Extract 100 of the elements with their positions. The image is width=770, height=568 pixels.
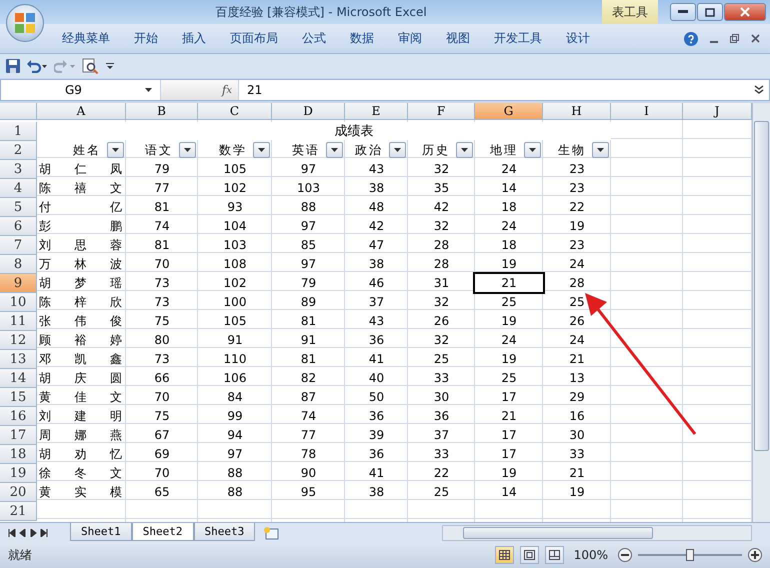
ribbon-tab[interactable]: 设计: [554, 30, 602, 47]
table-cell-text: 77: [153, 180, 171, 197]
table-cell-text: 42: [368, 218, 386, 235]
table-cell-text: 95: [300, 484, 318, 501]
row-header[interactable]: 4: [0, 179, 37, 198]
table-cell-text: 17: [500, 389, 518, 406]
formula-input[interactable]: 21: [239, 83, 753, 97]
column-header[interactable]: B: [126, 103, 198, 120]
sheet-tab[interactable]: Sheet3: [194, 522, 256, 540]
table-cell-text: 102: [222, 180, 248, 197]
table-cell-text: 23: [568, 161, 586, 178]
sheet-tab[interactable]: Sheet1: [70, 522, 132, 540]
row-header[interactable]: 9: [0, 274, 37, 293]
sheet-tab[interactable]: Sheet2: [132, 522, 194, 540]
row-header[interactable]: 7: [0, 236, 37, 255]
column-header[interactable]: J: [683, 103, 752, 120]
table-cell-text: 陈 禧 文: [38, 180, 123, 197]
row-header[interactable]: 2: [0, 141, 37, 160]
table-cell-text: 38: [368, 180, 386, 197]
row-header[interactable]: 8: [0, 255, 37, 274]
ribbon-tab[interactable]: 经典菜单: [50, 30, 122, 47]
column-header[interactable]: C: [198, 103, 272, 120]
table-cell-text: 43: [368, 313, 386, 330]
table-cell-text: 26: [432, 313, 450, 330]
table-cell-text: 41: [368, 465, 386, 482]
ribbon-tab[interactable]: 公式: [290, 30, 338, 47]
row-header[interactable]: 18: [0, 445, 37, 464]
table-cell-text: 88: [300, 199, 318, 216]
row-header[interactable]: 10: [0, 293, 37, 312]
table-cell-text: 73: [153, 294, 171, 311]
table-cell-text: 29: [568, 389, 586, 406]
column-header[interactable]: E: [345, 103, 408, 120]
ribbon-tab[interactable]: 开发工具: [482, 30, 554, 47]
window-title: 百度经验 [兼容模式] - Microsoft Excel: [214, 4, 428, 20]
table-cell-text: 黄 佳 文: [38, 389, 123, 406]
table-cell-text: 刘 思 蓉: [38, 237, 123, 254]
ribbon-tab[interactable]: 数据: [338, 30, 386, 47]
table-cell-text: 100: [222, 294, 248, 311]
column-header[interactable]: D: [272, 103, 345, 120]
row-header[interactable]: 12: [0, 331, 37, 350]
table-cell-text: 84: [226, 389, 244, 406]
row-header[interactable]: 21: [0, 502, 37, 521]
table-cell-text: 90: [300, 465, 318, 482]
column-header[interactable]: A: [37, 103, 126, 120]
table-cell-text: 39: [368, 427, 386, 444]
zoom-level[interactable]: 100%: [574, 548, 608, 562]
table-cell-text: 36: [368, 408, 386, 425]
table-cell-text: 104: [222, 218, 248, 235]
table-cell-text: 张 伟 俊: [38, 313, 123, 330]
ribbon-tab[interactable]: 开始: [122, 30, 170, 47]
column-heading: 生物: [558, 142, 586, 158]
table-cell-text: 48: [368, 199, 386, 216]
table-cell-text: 19: [500, 313, 518, 330]
row-header[interactable]: 13: [0, 350, 37, 369]
table-cell-text: 25: [568, 294, 586, 311]
status-text: 就绪: [8, 546, 32, 564]
table-cell-text: 93: [226, 199, 244, 216]
table-cell-text: 17: [500, 427, 518, 444]
table-cell-text: 21: [568, 351, 586, 368]
table-cell-text: 24: [500, 218, 518, 235]
column-header[interactable]: G: [475, 103, 543, 120]
table-cell-text: 40: [368, 370, 386, 387]
row-header[interactable]: 11: [0, 312, 37, 331]
ribbon-tab[interactable]: 插入: [170, 30, 218, 47]
table-cell-text: 30: [568, 427, 586, 444]
row-header[interactable]: 16: [0, 407, 37, 426]
table-cell-text: 74: [300, 408, 318, 425]
row-header[interactable]: 6: [0, 217, 37, 236]
table-cell-text: 97: [300, 256, 318, 273]
table-cell-text: 21: [568, 465, 586, 482]
row-header[interactable]: 1: [0, 122, 37, 141]
table-cell-text: 23: [568, 237, 586, 254]
table-cell-text: 19: [500, 351, 518, 368]
row-header[interactable]: 14: [0, 369, 37, 388]
row-header[interactable]: 17: [0, 426, 37, 445]
table-cell-text: 31: [432, 275, 450, 292]
ribbon-tab[interactable]: 页面布局: [218, 30, 290, 47]
ribbon-tab[interactable]: 视图: [434, 30, 482, 47]
table-cell-text: 70: [153, 256, 171, 273]
ribbon-tab[interactable]: 审阅: [386, 30, 434, 47]
column-heading: 语文: [145, 142, 173, 158]
table-cell-text: 79: [153, 161, 171, 178]
row-header[interactable]: 19: [0, 464, 37, 483]
row-header[interactable]: 5: [0, 198, 37, 217]
table-cell-text: 50: [368, 389, 386, 406]
column-header[interactable]: H: [543, 103, 611, 120]
row-header[interactable]: 3: [0, 160, 37, 179]
table-cell-text: 81: [153, 237, 171, 254]
table-cell-text: 24: [500, 332, 518, 349]
table-cell-text: 22: [568, 199, 586, 216]
table-cell-text: 14: [500, 180, 518, 197]
row-header[interactable]: 20: [0, 483, 37, 502]
table-cell-text: 25: [500, 294, 518, 311]
table-cell-text: 25: [432, 484, 450, 501]
column-header[interactable]: F: [408, 103, 475, 120]
table-cell-text: 69: [153, 446, 171, 463]
table-cell-text: 46: [368, 275, 386, 292]
row-header[interactable]: 15: [0, 388, 37, 407]
column-header[interactable]: I: [611, 103, 683, 120]
table-cell-text: 黄 实 模: [38, 484, 123, 501]
